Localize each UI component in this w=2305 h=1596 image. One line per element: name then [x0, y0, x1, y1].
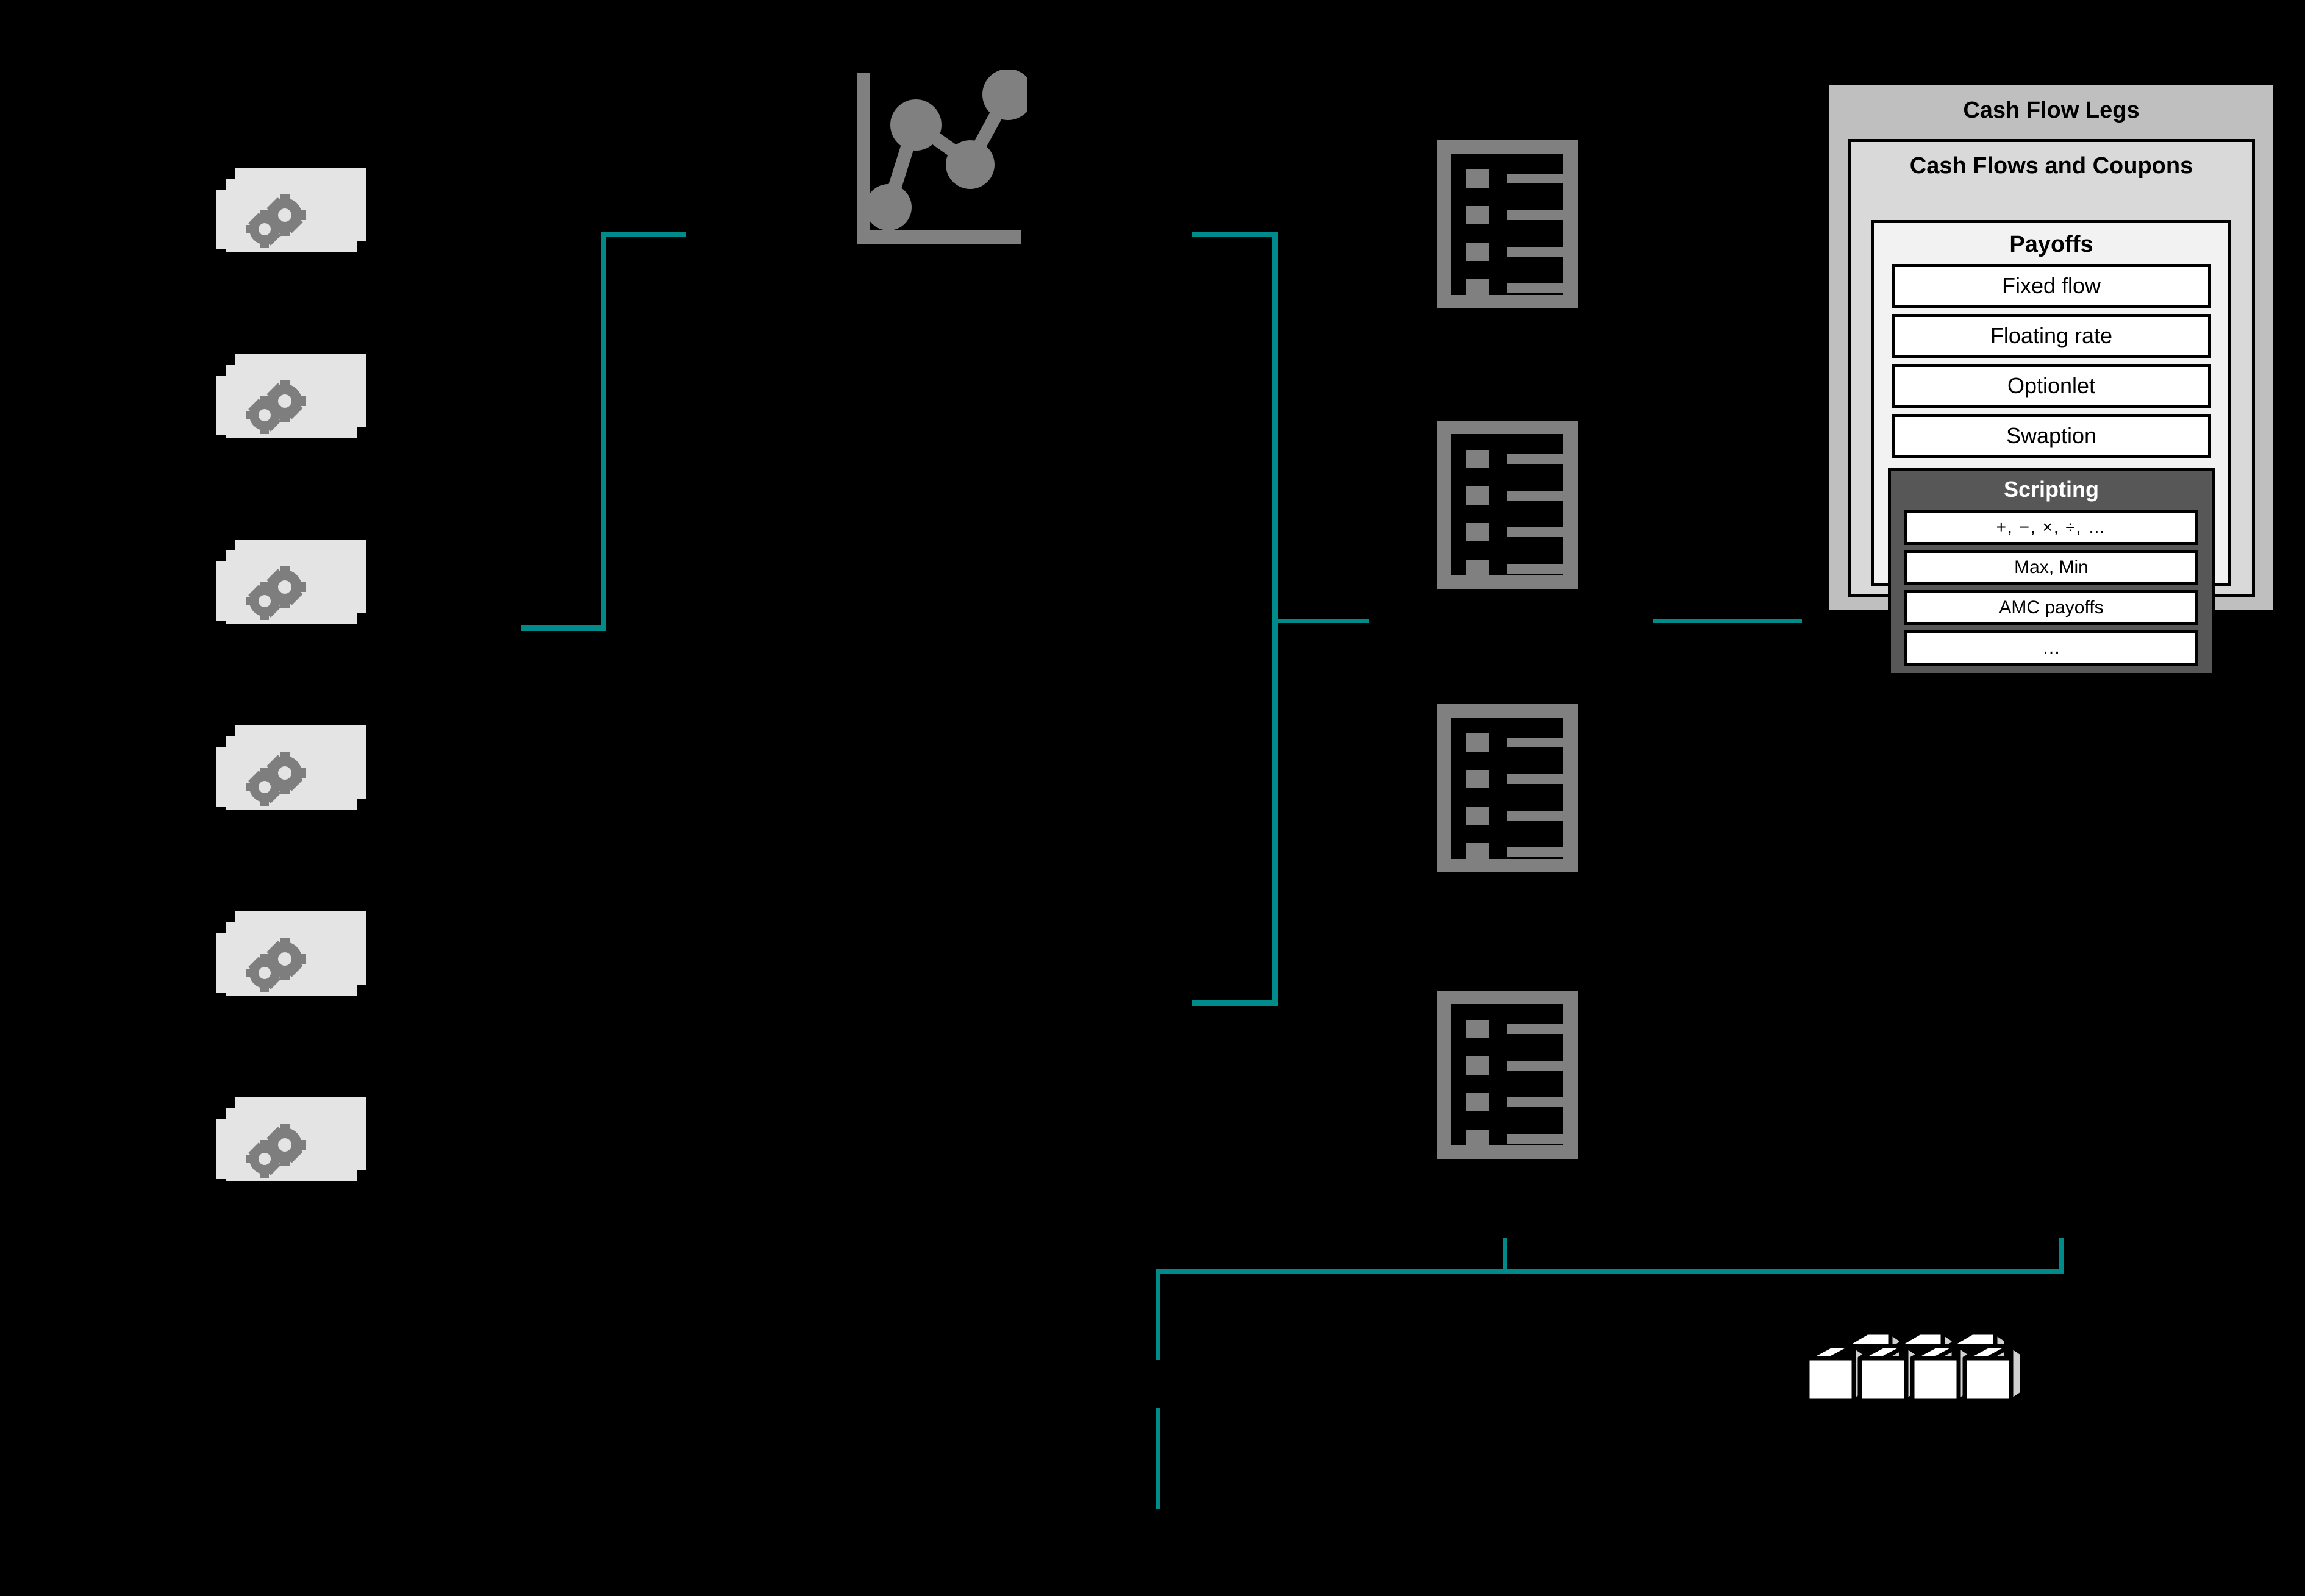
cash-flows-and-coupons-panel: Cash Flows and Coupons Payoffs Fixed flo…: [1848, 139, 2255, 676]
money-gears-icon: [216, 168, 369, 277]
money-gears-icon: [216, 911, 369, 1021]
connector-bottom-left-drop: [1156, 1269, 1160, 1360]
connector-docs-bottom: [1192, 1000, 1278, 1006]
scripting-item-max-min[interactable]: Max, Min: [1904, 550, 2198, 585]
scripting-item-label: AMC payoffs: [1999, 597, 2104, 618]
scripting-item-operators[interactable]: +, −, ×, ÷, …: [1904, 510, 2198, 545]
connector-money-top: [601, 232, 686, 237]
list-document-icon: [1437, 704, 1578, 872]
scripting-title: Scripting: [2003, 477, 2099, 502]
connector-bottom-right-riser: [2059, 1238, 2064, 1271]
diagram-canvas: Cash Flow Legs Cash Flows and Coupons Pa…: [0, 0, 2305, 1596]
payoff-item-swaption[interactable]: Swaption: [1892, 414, 2211, 458]
payoff-item-optionlet[interactable]: Optionlet: [1892, 364, 2211, 408]
connector-docs-top: [1192, 232, 1278, 237]
money-gears-icon: [216, 540, 369, 649]
payoff-item-label: Swaption: [2006, 423, 2097, 448]
panel-title-cash-flows-and-coupons: Cash Flows and Coupons: [1909, 153, 2193, 179]
money-gears-icon: [216, 1097, 369, 1207]
connector-money-bottom: [521, 625, 606, 631]
connector-panel-stub: [1653, 619, 1802, 623]
scripting-item-label: +, −, ×, ÷, …: [1996, 518, 2107, 536]
list-document-icon: [1437, 991, 1578, 1159]
cash-flow-legs-panel: Cash Flow Legs Cash Flows and Coupons Pa…: [1829, 85, 2273, 676]
connector-money-vertical: [601, 232, 606, 631]
connector-bottom-rail: [1156, 1269, 2064, 1274]
money-gears-icon: [216, 725, 369, 835]
payoff-item-fixed-flow[interactable]: Fixed flow: [1892, 264, 2211, 308]
line-chart-icon: [857, 70, 1027, 244]
connector-bottom-mid-riser: [1503, 1238, 1507, 1271]
cube-stack-icon: [1805, 1330, 2024, 1403]
scripting-item-label: …: [2042, 638, 2060, 658]
scripting-panel: Scripting +, −, ×, ÷, … Max, Min AMC pay…: [1888, 468, 2215, 676]
scripting-item-ellipsis[interactable]: …: [1904, 630, 2198, 666]
list-document-icon: [1437, 421, 1578, 589]
payoff-item-label: Fixed flow: [2001, 273, 2101, 298]
scripting-item-amc-payoffs[interactable]: AMC payoffs: [1904, 590, 2198, 625]
money-gears-icon: [216, 354, 369, 463]
connector-bottom-left-tail: [1156, 1408, 1160, 1509]
connector-docs-stub: [1278, 619, 1369, 623]
list-document-icon: [1437, 140, 1578, 308]
payoffs-panel: Payoffs Fixed flow Floating rate Optionl…: [1871, 220, 2231, 676]
payoff-item-label: Optionlet: [2007, 373, 2096, 398]
payoff-item-label: Floating rate: [1990, 323, 2113, 348]
panel-title-cash-flow-legs: Cash Flow Legs: [1963, 98, 2140, 123]
payoffs-title: Payoffs: [2009, 232, 2093, 257]
scripting-item-label: Max, Min: [2014, 557, 2089, 577]
connector-docs-vertical: [1272, 232, 1278, 1006]
payoff-item-floating-rate[interactable]: Floating rate: [1892, 314, 2211, 358]
